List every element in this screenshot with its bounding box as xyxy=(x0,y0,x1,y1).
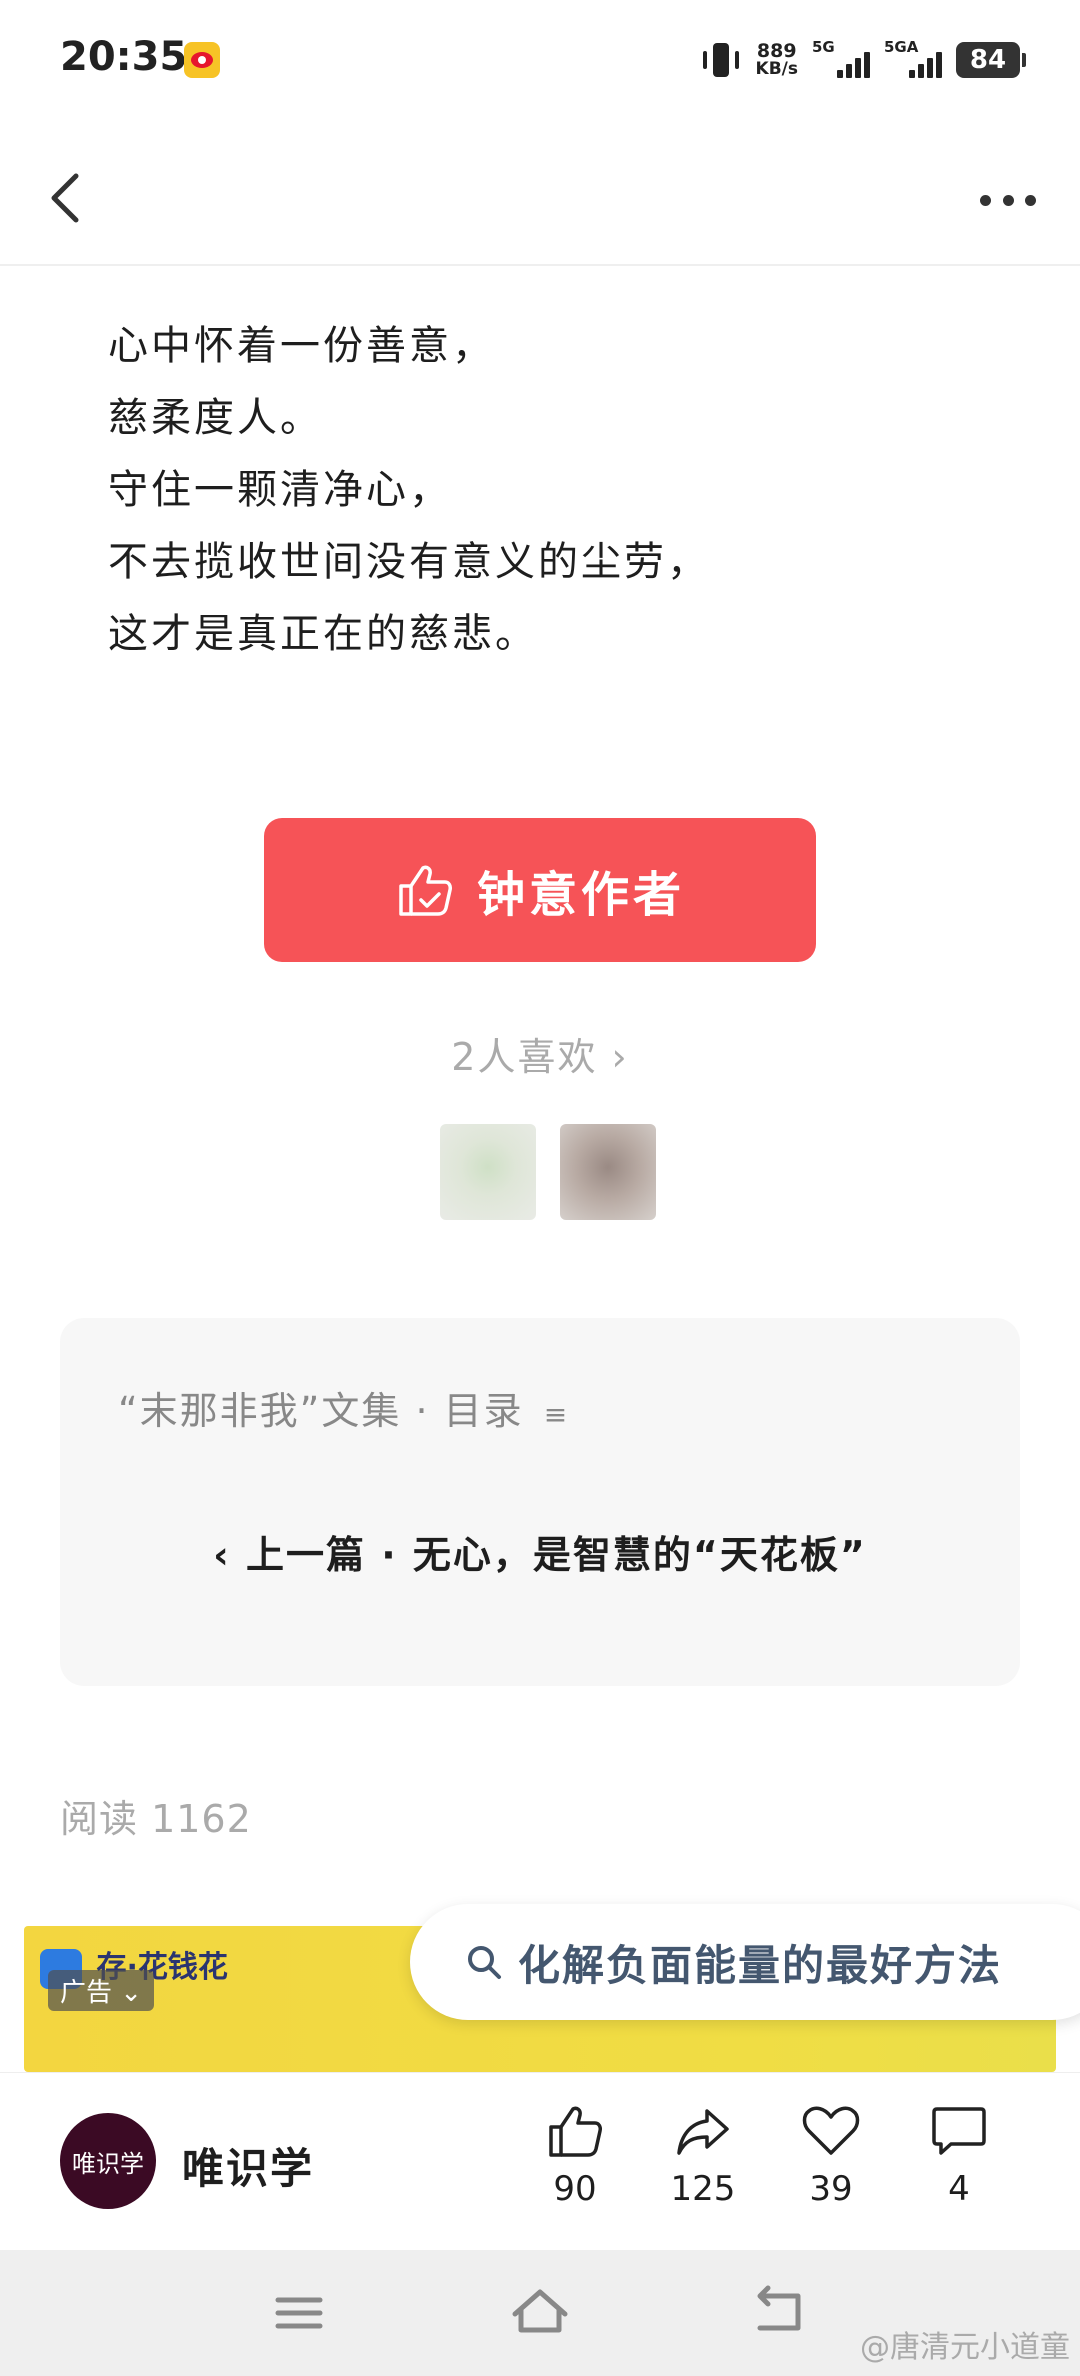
share-button[interactable]: 125 xyxy=(648,2101,758,2209)
weibo-watermark: @唐清元小道童 xyxy=(860,2330,1070,2365)
network-speed-unit: KB/s xyxy=(755,59,798,79)
menu-lines-icon xyxy=(275,2297,323,2329)
favorite-count: 39 xyxy=(809,2169,853,2209)
chevron-left-icon xyxy=(51,173,79,223)
related-search-pill[interactable]: 化解负面能量的最好方法 xyxy=(410,1904,1080,2020)
article-line: 慈柔度人。 xyxy=(108,395,323,441)
comment-button[interactable]: 4 xyxy=(904,2101,1014,2209)
article-body: 心中怀着一份善意， 慈柔度人。 守住一颗清净心， 不去揽收世间没有意义的尘劳， … xyxy=(108,310,988,670)
vibrate-icon xyxy=(700,41,742,79)
system-nav-bar: @唐清元小道童 xyxy=(0,2250,1080,2376)
author-name[interactable]: 唯识学 xyxy=(182,2135,314,2196)
share-arrow-icon xyxy=(677,2109,729,2155)
likes-count-link[interactable]: 2人喜欢 › xyxy=(0,1026,1080,1081)
article-line: 心中怀着一份善意， xyxy=(108,323,495,369)
battery-icon: 84 xyxy=(956,42,1026,78)
search-icon xyxy=(468,1946,501,1979)
sim1-label: 5G xyxy=(812,38,835,56)
related-search-text: 化解负面能量的最好方法 xyxy=(518,1940,1003,1990)
collection-card: “末那非我”文集 · 目录 ≡ ‹ 上一篇 · 无心，是智慧的“天花板” xyxy=(60,1318,1020,1686)
favorite-button[interactable]: 39 xyxy=(776,2101,886,2209)
more-button[interactable] xyxy=(972,180,1044,220)
like-count: 90 xyxy=(553,2169,597,2209)
comment-count: 4 xyxy=(948,2169,970,2209)
thumbs-up-icon xyxy=(549,2106,602,2157)
like-button[interactable]: 90 xyxy=(520,2101,630,2209)
more-dots-icon xyxy=(980,194,991,206)
system-back-button[interactable] xyxy=(746,2278,816,2348)
sim2-signal-icon: 5GA xyxy=(884,38,942,82)
article-line: 不去揽收世间没有意义的尘劳， xyxy=(108,539,710,585)
comment-bubble-icon xyxy=(932,2107,986,2155)
menu-icon: ≡ xyxy=(543,1398,570,1431)
heart-icon xyxy=(802,2106,860,2155)
status-bar: 20:35 889 KB/s 5G 5GA 84 xyxy=(0,0,1080,120)
recent-apps-button[interactable] xyxy=(264,2278,334,2348)
nav-header xyxy=(0,140,1080,266)
back-button[interactable] xyxy=(36,162,96,234)
return-arrow-icon xyxy=(757,2285,801,2331)
weibo-icon xyxy=(184,42,220,78)
ad-tag[interactable]: 广告 ⌄ xyxy=(48,1970,155,2011)
collection-toc-link[interactable]: “末那非我”文集 · 目录 ≡ xyxy=(118,1380,569,1435)
home-button[interactable] xyxy=(505,2278,575,2348)
sim1-signal-icon: 5G xyxy=(812,38,870,82)
like-author-label: 钟意作者 xyxy=(476,867,685,923)
home-icon xyxy=(512,2289,568,2333)
previous-article-link[interactable]: ‹ 上一篇 · 无心，是智慧的“天花板” xyxy=(60,1524,1020,1579)
network-speed-value: 889 xyxy=(756,40,797,62)
liker-avatar[interactable] xyxy=(560,1124,656,1220)
thumbs-up-icon xyxy=(399,865,452,916)
like-author-button[interactable]: 钟意作者 xyxy=(264,818,816,962)
ad-area: 存·花钱花 广告 ⌄ 化解负面能量的最好方法 xyxy=(0,1904,1080,2072)
status-time: 20:35 xyxy=(60,34,188,80)
read-count: 阅读 1162 xyxy=(60,1797,252,1841)
liker-avatars xyxy=(440,1124,656,1220)
article-line: 这才是真正在的慈悲。 xyxy=(108,611,538,657)
article-line: 守住一颗清净心， xyxy=(108,467,452,513)
bottom-action-bar: 唯识学 唯识学 90 125 39 4 xyxy=(0,2072,1080,2250)
liker-avatar[interactable] xyxy=(440,1124,536,1220)
collection-title: “末那非我”文集 · 目录 xyxy=(118,1389,524,1433)
share-count: 125 xyxy=(670,2169,736,2209)
author-avatar[interactable]: 唯识学 xyxy=(60,2113,156,2209)
status-indicators: 889 KB/s 5G 5GA 84 xyxy=(700,38,1026,82)
network-speed: 889 KB/s xyxy=(755,40,798,79)
